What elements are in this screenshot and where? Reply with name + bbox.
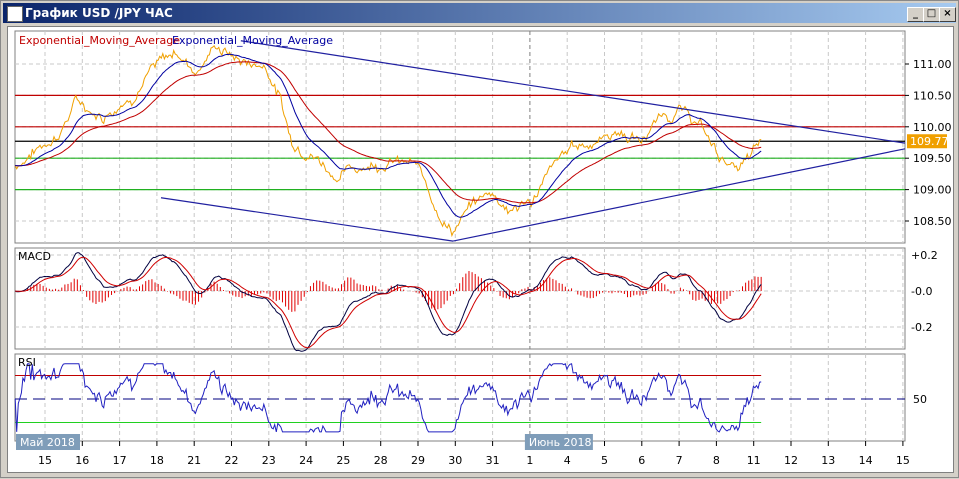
macd-tick-label: -0.0 <box>911 285 932 298</box>
price-tick-label: 111.00 <box>913 58 952 71</box>
month-label: Июнь 2018 <box>529 436 592 449</box>
date-label: 24 <box>299 454 313 467</box>
date-label: 14 <box>859 454 873 467</box>
date-label: 23 <box>262 454 276 467</box>
date-label: 11 <box>747 454 761 467</box>
rsi-tick-label: 50 <box>913 393 927 406</box>
date-label: 15 <box>38 454 52 467</box>
legend-item: Exponential_Moving_Average <box>172 34 333 47</box>
date-label: 29 <box>411 454 425 467</box>
date-label: 31 <box>486 454 500 467</box>
price-tick-label: 109.00 <box>913 184 952 197</box>
date-label: 5 <box>601 454 608 467</box>
date-label: 16 <box>75 454 89 467</box>
rsi-title: RSI <box>18 356 36 369</box>
macd-tick-label: +0.2 <box>911 249 938 262</box>
date-label: 17 <box>113 454 127 467</box>
current-price-label: 109.77 <box>910 135 949 148</box>
date-label: 18 <box>150 454 164 467</box>
date-label: 7 <box>676 454 683 467</box>
date-label: 6 <box>638 454 645 467</box>
chart-svg[interactable]: 111.00 110.50 110.00 109.50 109.00 108.50 +0.2… <box>1 1 959 479</box>
date-label: 15 <box>896 454 910 467</box>
date-label: 25 <box>336 454 350 467</box>
macd-title: MACD <box>18 250 51 263</box>
macd-tick-label: -0.2 <box>911 321 932 334</box>
legend-item: Exponential_Moving_Average <box>19 34 180 47</box>
price-tick-label: 108.50 <box>913 215 952 228</box>
price-tick-label: 109.50 <box>913 152 952 165</box>
month-label: Май 2018 <box>20 436 75 449</box>
price-tick-label: 110.50 <box>913 89 952 102</box>
date-label: 13 <box>821 454 835 467</box>
date-label: 1 <box>526 454 533 467</box>
chart-window: График USD /JPY ЧАС _ □ × 111.00 110.50 11… <box>0 0 959 478</box>
date-label: 22 <box>225 454 239 467</box>
pane-2 <box>14 353 906 442</box>
date-label: 8 <box>713 454 720 467</box>
date-label: 28 <box>374 454 388 467</box>
date-label: 12 <box>784 454 798 467</box>
date-label: 21 <box>187 454 201 467</box>
price-tick-label: 110.00 <box>913 121 952 134</box>
pane-0 <box>14 30 906 244</box>
date-label: 4 <box>564 454 571 467</box>
date-label: 30 <box>448 454 462 467</box>
